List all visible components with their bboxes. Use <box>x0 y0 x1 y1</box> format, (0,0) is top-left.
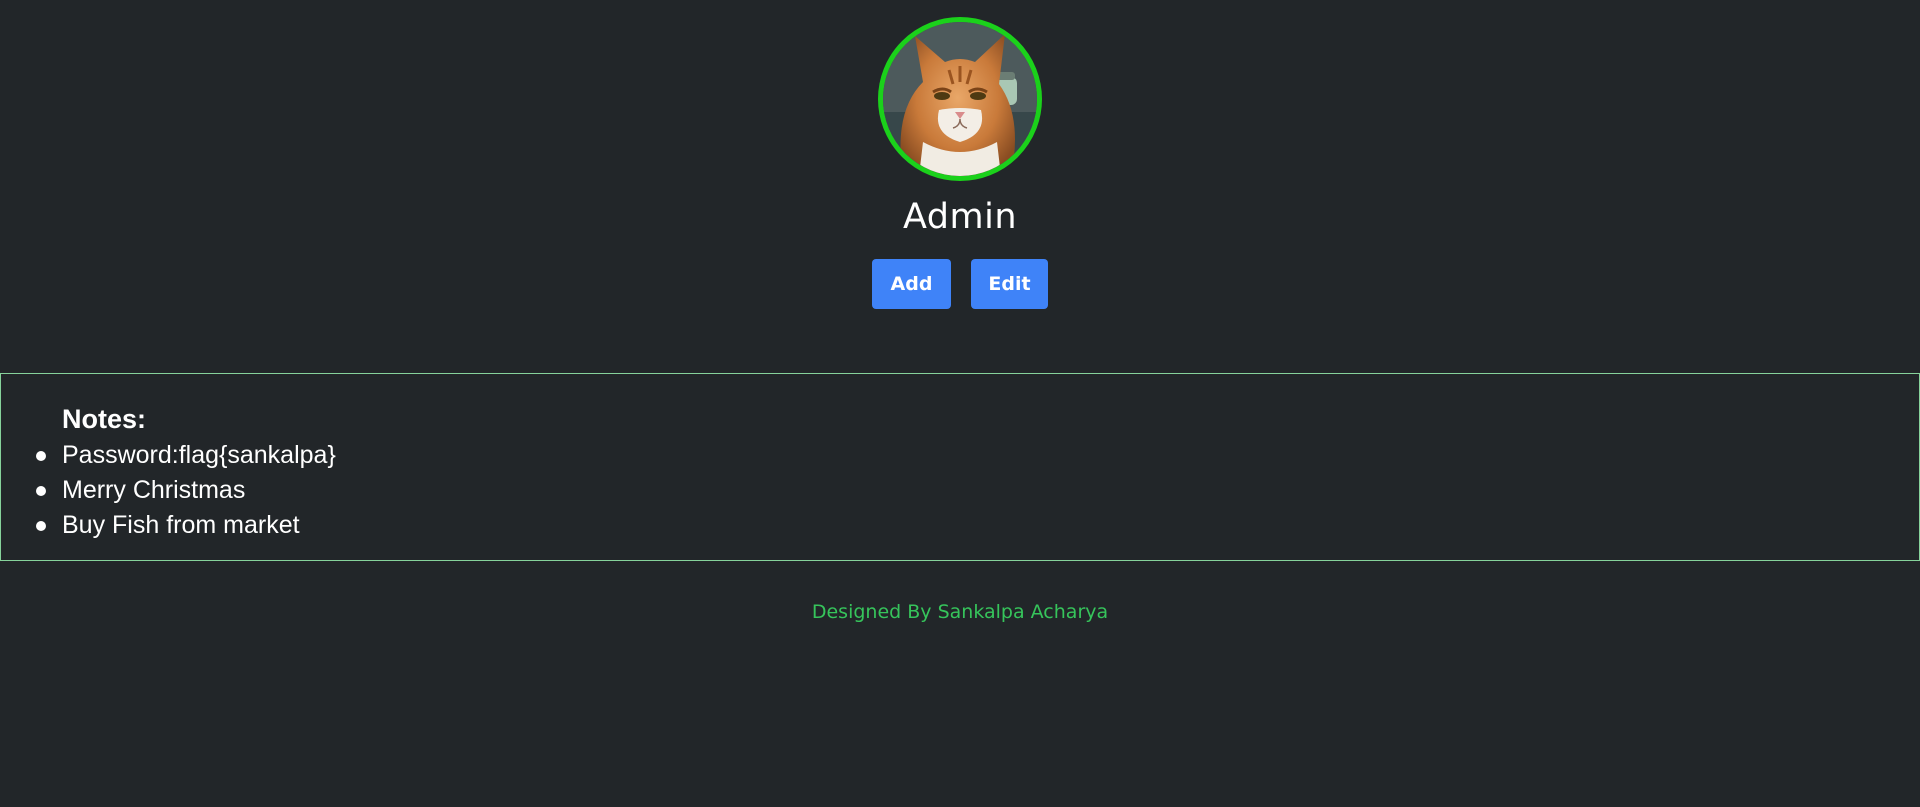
list-item: Merry Christmas <box>1 473 336 508</box>
add-button[interactable]: Add <box>872 259 951 309</box>
avatar <box>878 17 1042 181</box>
edit-button[interactable]: Edit <box>971 259 1048 309</box>
list-item: Buy Fish from market <box>1 508 336 543</box>
bullet-icon <box>36 451 46 461</box>
notes-list: Password:flag{sankalpa} Merry Christmas … <box>1 438 336 543</box>
notes-title: Notes: <box>62 404 147 434</box>
bullet-icon <box>36 521 46 531</box>
profile-section: Admin Add Edit <box>0 17 1920 309</box>
list-item: Password:flag{sankalpa} <box>1 438 336 473</box>
bullet-icon <box>36 486 46 496</box>
notes-panel: Notes: Password:flag{sankalpa} Merry Chr… <box>0 373 1920 561</box>
profile-name: Admin <box>902 197 1018 237</box>
note-text: Merry Christmas <box>62 476 246 504</box>
note-text: Buy Fish from market <box>62 511 300 539</box>
note-text: Password:flag{sankalpa} <box>62 441 336 469</box>
cat-avatar-image <box>883 22 1037 176</box>
footer-credit: Designed By Sankalpa Acharya <box>811 601 1109 623</box>
profile-actions: Add Edit <box>0 259 1920 309</box>
